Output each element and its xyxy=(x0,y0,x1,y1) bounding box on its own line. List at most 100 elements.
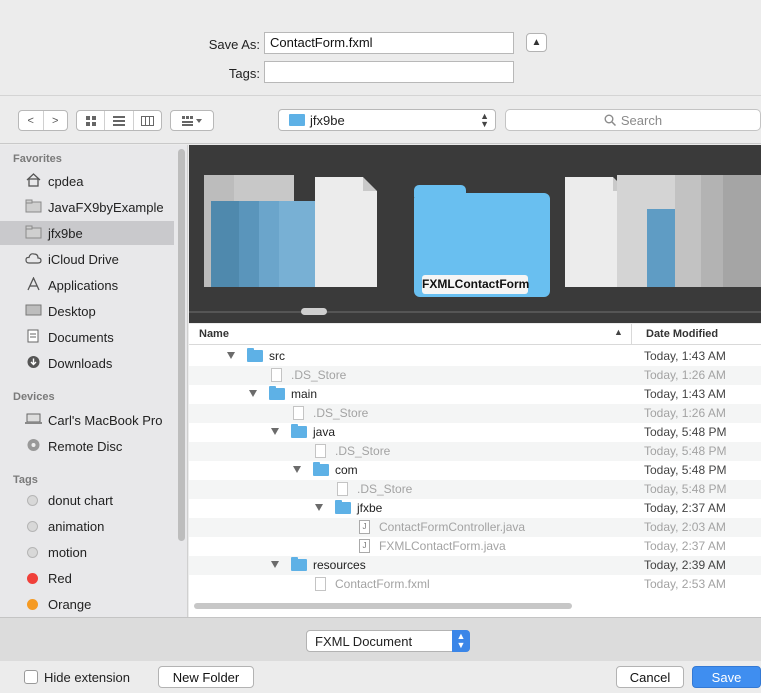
list-item-date: Today, 1:26 AM xyxy=(644,406,726,420)
sidebar-heading-tags: Tags xyxy=(13,474,38,486)
documents-icon xyxy=(27,329,39,343)
document-icon xyxy=(271,368,282,382)
updown-arrows-icon: ▲ ▼ xyxy=(452,630,470,652)
folder-icon xyxy=(25,225,42,239)
sidebar-item-downloads[interactable]: Downloads xyxy=(0,351,174,375)
document-icon xyxy=(315,444,326,458)
desktop-icon xyxy=(25,304,42,316)
search-placeholder: Search xyxy=(620,112,663,128)
list-item[interactable]: main Today, 1:43 AM xyxy=(189,385,761,404)
sidebar-item-javafx9byexample[interactable]: JavaFX9byExample xyxy=(0,195,174,219)
location-popup[interactable]: jfx9be ▲ ▼ xyxy=(278,109,496,131)
sidebar-item-cpdea[interactable]: cpdea xyxy=(0,169,174,193)
tag-color-dot xyxy=(27,573,38,584)
sidebar-item-label: Desktop xyxy=(48,303,96,319)
list-item-date: Today, 2:53 AM xyxy=(644,577,726,591)
back-button[interactable]: < xyxy=(19,111,44,130)
save-as-field[interactable]: ContactForm.fxml xyxy=(264,32,514,54)
location-label: jfx9be xyxy=(310,112,345,128)
new-folder-button[interactable]: New Folder xyxy=(158,666,254,688)
sort-ascending-icon[interactable]: ▲ xyxy=(614,327,623,337)
chevron-left-icon: < xyxy=(27,114,34,127)
list-view-button[interactable] xyxy=(105,111,134,130)
sidebar-scrollbar[interactable] xyxy=(178,149,185,541)
cover-flow-document[interactable] xyxy=(315,177,377,287)
list-item[interactable]: resources Today, 2:39 AM xyxy=(189,556,761,575)
list-item[interactable]: .DS_Store Today, 5:48 PM xyxy=(189,480,761,499)
list-item[interactable]: J ContactFormController.java Today, 2:03 A… xyxy=(189,518,761,537)
sidebar-item-label: Downloads xyxy=(48,355,113,371)
sidebar-item-label: Applications xyxy=(48,277,119,293)
list-item-date: Today, 2:37 AM xyxy=(644,539,726,553)
sidebar-tag-animation[interactable]: animation xyxy=(0,514,174,538)
cover-flow-scrollbar-thumb[interactable] xyxy=(301,308,327,315)
downloads-icon xyxy=(27,356,40,368)
save-button[interactable]: Save xyxy=(692,666,761,688)
list-horizontal-scrollbar[interactable] xyxy=(194,603,572,609)
disclosure-triangle-icon[interactable] xyxy=(271,561,279,568)
folder-icon xyxy=(269,386,285,400)
list-item-name: .DS_Store xyxy=(335,444,391,458)
sidebar-item-documents[interactable]: Documents xyxy=(0,325,174,349)
disclosure-triangle-icon[interactable] xyxy=(249,390,257,397)
list-item[interactable]: com Today, 5:48 PM xyxy=(189,461,761,480)
sidebar-item-remote-disc[interactable]: Remote Disc xyxy=(0,434,174,458)
cover-flow-document[interactable] xyxy=(723,175,761,287)
list-item[interactable]: J FXMLContactForm.java Today, 2:37 AM xyxy=(189,537,761,556)
list-item[interactable]: .DS_Store Today, 1:26 AM xyxy=(189,366,761,385)
disclosure-triangle-icon[interactable] xyxy=(315,504,323,511)
sidebar-item-label: Documents xyxy=(48,329,114,345)
save-dialog: Save As: ContactForm.fxml ▲ Tags: < > jf… xyxy=(0,0,761,693)
list-item[interactable]: .DS_Store Today, 1:26 AM xyxy=(189,404,761,423)
icon-view-button[interactable] xyxy=(77,111,106,130)
column-view-button[interactable] xyxy=(134,111,161,130)
back-forward-control: < > xyxy=(18,110,68,131)
column-header-name[interactable]: Name xyxy=(199,328,229,340)
format-value: FXML Document xyxy=(315,633,413,649)
list-item-date: Today, 2:03 AM xyxy=(644,520,726,534)
collapse-button[interactable]: ▲ xyxy=(526,33,547,52)
hide-extension-checkbox[interactable] xyxy=(24,670,38,684)
list-item[interactable]: ContactForm.fxml Today, 2:53 AM xyxy=(189,575,761,594)
list-item[interactable]: .DS_Store Today, 5:48 PM xyxy=(189,442,761,461)
list-item[interactable]: java Today, 5:48 PM xyxy=(189,423,761,442)
button-bar: Hide extension New Folder Cancel Save xyxy=(0,662,761,693)
format-bar: FXML Document ▲ ▼ xyxy=(0,617,761,661)
list-item[interactable]: src Today, 1:43 AM xyxy=(189,347,761,366)
sidebar-item-jfx9be[interactable]: jfx9be xyxy=(0,221,174,245)
column-header-date-modified[interactable]: Date Modified xyxy=(631,324,761,345)
sidebar-item-macbook[interactable]: Carl's MacBook Pro xyxy=(0,408,174,432)
sidebar-item-label: jfx9be xyxy=(48,225,83,241)
sidebar-tag-orange[interactable]: Orange xyxy=(0,592,174,616)
forward-button[interactable]: > xyxy=(44,111,68,130)
tags-field[interactable] xyxy=(264,61,514,83)
sidebar-item-icloud-drive[interactable]: iCloud Drive xyxy=(0,247,174,271)
disclosure-triangle-icon[interactable] xyxy=(271,428,279,435)
cover-flow-folder[interactable] xyxy=(279,201,315,287)
sidebar-item-label: iCloud Drive xyxy=(48,251,119,267)
search-field[interactable]: Search xyxy=(505,109,761,131)
list-item[interactable]: jfxbe Today, 2:37 AM xyxy=(189,499,761,518)
disclosure-triangle-icon[interactable] xyxy=(227,352,235,359)
list-item-name: src xyxy=(269,349,285,363)
disclosure-triangle-icon[interactable] xyxy=(293,466,301,473)
sidebar-item-applications[interactable]: Applications xyxy=(0,273,174,297)
sidebar-item-desktop[interactable]: Desktop xyxy=(0,299,174,323)
folder-icon xyxy=(25,199,42,213)
sidebar-tag-red[interactable]: Red xyxy=(0,566,174,590)
java-file-icon: J xyxy=(359,539,370,553)
grid-icon xyxy=(85,115,96,126)
sidebar-tag-donut-chart[interactable]: donut chart xyxy=(0,488,174,512)
sidebar-tag-motion[interactable]: motion xyxy=(0,540,174,564)
hide-extension-label[interactable]: Hide extension xyxy=(44,670,130,685)
sidebar-item-label: animation xyxy=(48,518,105,534)
folder-icon xyxy=(291,557,307,571)
cover-flow-view: FXMLContactForm xyxy=(189,145,761,323)
cancel-button[interactable]: Cancel xyxy=(616,666,684,688)
toolbar: < > jfx9be ▲ ▼ Search xyxy=(0,97,761,144)
list-item-date: Today, 5:48 PM xyxy=(644,463,727,477)
applications-icon xyxy=(27,277,40,291)
list-item-date: Today, 2:39 AM xyxy=(644,558,726,572)
arrange-button[interactable] xyxy=(170,110,214,131)
format-popup[interactable]: FXML Document ▲ ▼ xyxy=(306,630,470,652)
